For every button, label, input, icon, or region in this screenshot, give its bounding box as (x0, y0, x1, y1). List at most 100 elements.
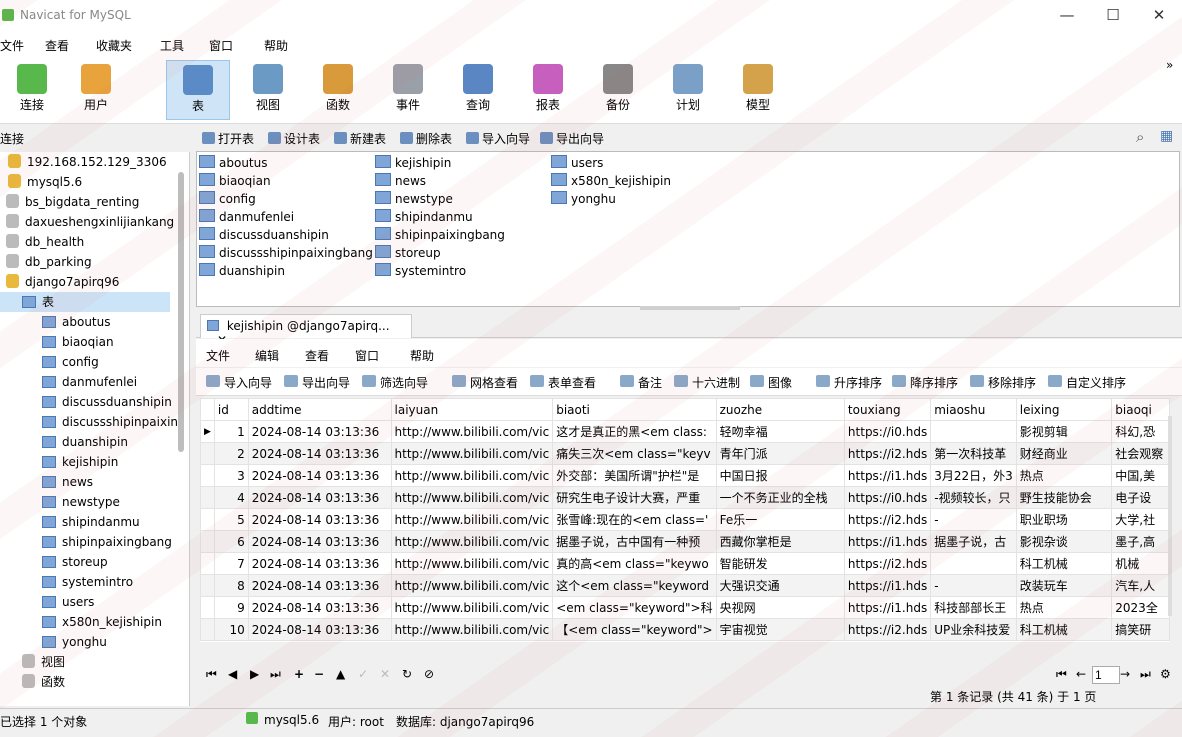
toolbar-query-button[interactable]: 查询 (446, 60, 510, 120)
table-row[interactable]: 2 2024-08-14 03:13:36 http://www.bilibili.… (200, 442, 1170, 465)
object-item-storeup[interactable]: storeup (375, 244, 441, 262)
tree-item-django7apirq96[interactable]: django7apirq96 (0, 272, 180, 292)
cell-miaoshu[interactable]: 科技部部长王 (930, 596, 1017, 619)
cell-miaoshu[interactable]: 据墨子说，古 (930, 530, 1017, 553)
grid-scrollbar[interactable] (1168, 416, 1172, 616)
cell-addtime[interactable]: 2024-08-14 03:13:36 (247, 552, 392, 575)
column-header-leixing[interactable]: leixing (1015, 398, 1113, 421)
refresh-icon[interactable]: ↻ (402, 667, 412, 681)
column-header-miaoshu[interactable]: miaoshu (930, 398, 1017, 421)
cell-laiyuan[interactable]: http://www.bilibili.com/vic (390, 442, 554, 465)
cell-biaoqi[interactable]: 社会观察 (1111, 442, 1170, 465)
cell-biaoqi[interactable]: 墨子,高 (1111, 530, 1170, 553)
table-row[interactable]: 8 2024-08-14 03:13:36 http://www.bilibili.… (200, 574, 1170, 597)
menu-favorites[interactable]: 收藏夹 (96, 37, 132, 54)
cell-laiyuan[interactable]: http://www.bilibili.com/vic (390, 464, 554, 487)
filter-wizard-btn[interactable]: 筛选向导 (362, 374, 428, 391)
tree-item-kejishipin[interactable]: kejishipin (0, 452, 180, 472)
tree-item-mysql5-6[interactable]: mysql5.6 (0, 172, 180, 192)
cell-biaoqi[interactable]: 科幻,恐 (1111, 420, 1170, 443)
cell-leixing[interactable]: 影视剪辑 (1015, 420, 1113, 443)
column-header-laiyuan[interactable]: laiyuan (390, 398, 554, 421)
table-row[interactable]: ▶ 1 2024-08-14 03:13:36 http://www.bilibili… (200, 420, 1170, 443)
cell-miaoshu[interactable] (930, 552, 1017, 575)
tree-item-duanshipin[interactable]: duanshipin (0, 432, 180, 452)
object-item-yonghu[interactable]: yonghu (551, 190, 616, 208)
remove-sort-btn[interactable]: 移除排序 (970, 374, 1036, 391)
tree-item-192-168-152-129-3306[interactable]: 192.168.152.129_3306 (0, 152, 180, 172)
submenu-window[interactable]: 窗口 (355, 347, 379, 364)
cell-biaoqi[interactable]: 中国,美 (1111, 464, 1170, 487)
minimize-button[interactable]: — (1044, 0, 1090, 32)
cell-zuozhe[interactable]: 宇宙视觉 (715, 618, 845, 641)
toolbar-table-button[interactable]: 表 (166, 60, 230, 120)
toolbar-user-button[interactable]: 用户 (64, 60, 128, 120)
cell-addtime[interactable]: 2024-08-14 03:13:36 (247, 574, 392, 597)
cell-leixing[interactable]: 科工机械 (1015, 618, 1113, 641)
toolbar-report-button[interactable]: 报表 (516, 60, 580, 120)
submenu-view[interactable]: 查看 (305, 347, 329, 364)
cell-miaoshu[interactable]: 第一次科技革 (930, 442, 1017, 465)
tree-item-x580n-kejishipin[interactable]: x580n_kejishipin (0, 612, 180, 632)
tree-item-aboutus[interactable]: aboutus (0, 312, 180, 332)
object-item-shipinpaixingbang[interactable]: shipinpaixingbang (375, 226, 505, 244)
cell-id[interactable]: 4 (213, 486, 249, 509)
object-item-discussduanshipin[interactable]: discussduanshipin (199, 226, 329, 244)
object-item-shipindanmu[interactable]: shipindanmu (375, 208, 473, 226)
column-header-id[interactable]: id (213, 398, 249, 421)
cell-id[interactable]: 2 (213, 442, 249, 465)
toolbar-backup-button[interactable]: 备份 (586, 60, 650, 120)
splitter-handle[interactable] (640, 306, 740, 310)
tree-item-news[interactable]: news (0, 472, 180, 492)
stop-icon[interactable]: ⊘ (424, 667, 434, 681)
design-table-button[interactable]: 设计表 (266, 130, 320, 147)
cell-touxiang[interactable]: https://i1.hds (843, 574, 932, 597)
cell-id[interactable]: 3 (213, 464, 249, 487)
search-icon[interactable]: ⌕ (1136, 128, 1144, 146)
cell-biaoti[interactable]: 真的高<em class="keywo (552, 552, 717, 575)
tree-item-systemintro[interactable]: systemintro (0, 572, 180, 592)
tree-item-yonghu[interactable]: yonghu (0, 632, 180, 652)
cell-laiyuan[interactable]: http://www.bilibili.com/vic (390, 420, 554, 443)
export-wizard-button[interactable]: 导出向导 (538, 130, 604, 147)
prev-page-icon[interactable]: ← (1076, 667, 1086, 681)
cell-biaoti[interactable]: 这个<em class="keyword (552, 574, 717, 597)
tree-item-config[interactable]: config (0, 352, 180, 372)
cell-touxiang[interactable]: https://i2.hds (843, 618, 932, 641)
cell-biaoqi[interactable]: 机械 (1111, 552, 1170, 575)
sidebar-scrollbar[interactable] (178, 172, 184, 452)
cell-miaoshu[interactable]: - (930, 574, 1017, 597)
tree-item---[interactable]: 函数 (0, 672, 180, 692)
cell-id[interactable]: 8 (213, 574, 249, 597)
cell-zuozhe[interactable]: 智能研发 (715, 552, 845, 575)
cell-laiyuan[interactable]: http://www.bilibili.com/vic (390, 552, 554, 575)
cell-biaoti[interactable]: 外交部：美国所谓"护栏"是 (552, 464, 717, 487)
object-item-users[interactable]: users (551, 154, 603, 172)
cell-miaoshu[interactable] (930, 420, 1017, 443)
cell-leixing[interactable]: 影视杂谈 (1015, 530, 1113, 553)
column-header-zuozhe[interactable]: zuozhe (715, 398, 845, 421)
column-header-biaoqi[interactable]: biaoqi (1111, 398, 1170, 421)
cell-touxiang[interactable]: https://i1.hds (843, 530, 932, 553)
delete-record-icon[interactable]: − (314, 667, 324, 681)
menu-view[interactable]: 查看 (45, 37, 69, 54)
next-record-icon[interactable]: ▶ (250, 667, 259, 681)
toolbar-overflow-icon[interactable]: » (1166, 58, 1173, 72)
page-input[interactable] (1092, 666, 1120, 684)
cell-laiyuan[interactable]: http://www.bilibili.com/vic (390, 574, 554, 597)
tree-item-discussshipinpaixingbang[interactable]: discussshipinpaixingbang (0, 412, 180, 432)
cell-zuozhe[interactable]: 大强识交通 (715, 574, 845, 597)
tree-item-daxueshengxinlijiankang[interactable]: daxueshengxinlijiankang (0, 212, 180, 232)
cell-biaoqi[interactable]: 2023全 (1111, 596, 1170, 619)
object-item-news[interactable]: news (375, 172, 426, 190)
cell-biaoqi[interactable]: 汽车,人 (1111, 574, 1170, 597)
column-header-addtime[interactable]: addtime (247, 398, 392, 421)
tree-item-db-health[interactable]: db_health (0, 232, 180, 252)
tree-item-newstype[interactable]: newstype (0, 492, 180, 512)
table-row[interactable]: 6 2024-08-14 03:13:36 http://www.bilibili.… (200, 530, 1170, 553)
grid-view-icon[interactable]: ▦ (1160, 128, 1173, 144)
cell-zuozhe[interactable]: 央视网 (715, 596, 845, 619)
cell-zuozhe[interactable]: Fe乐一 (715, 508, 845, 531)
tree-item-shipindanmu[interactable]: shipindanmu (0, 512, 180, 532)
open-table-button[interactable]: 打开表 (200, 130, 254, 147)
